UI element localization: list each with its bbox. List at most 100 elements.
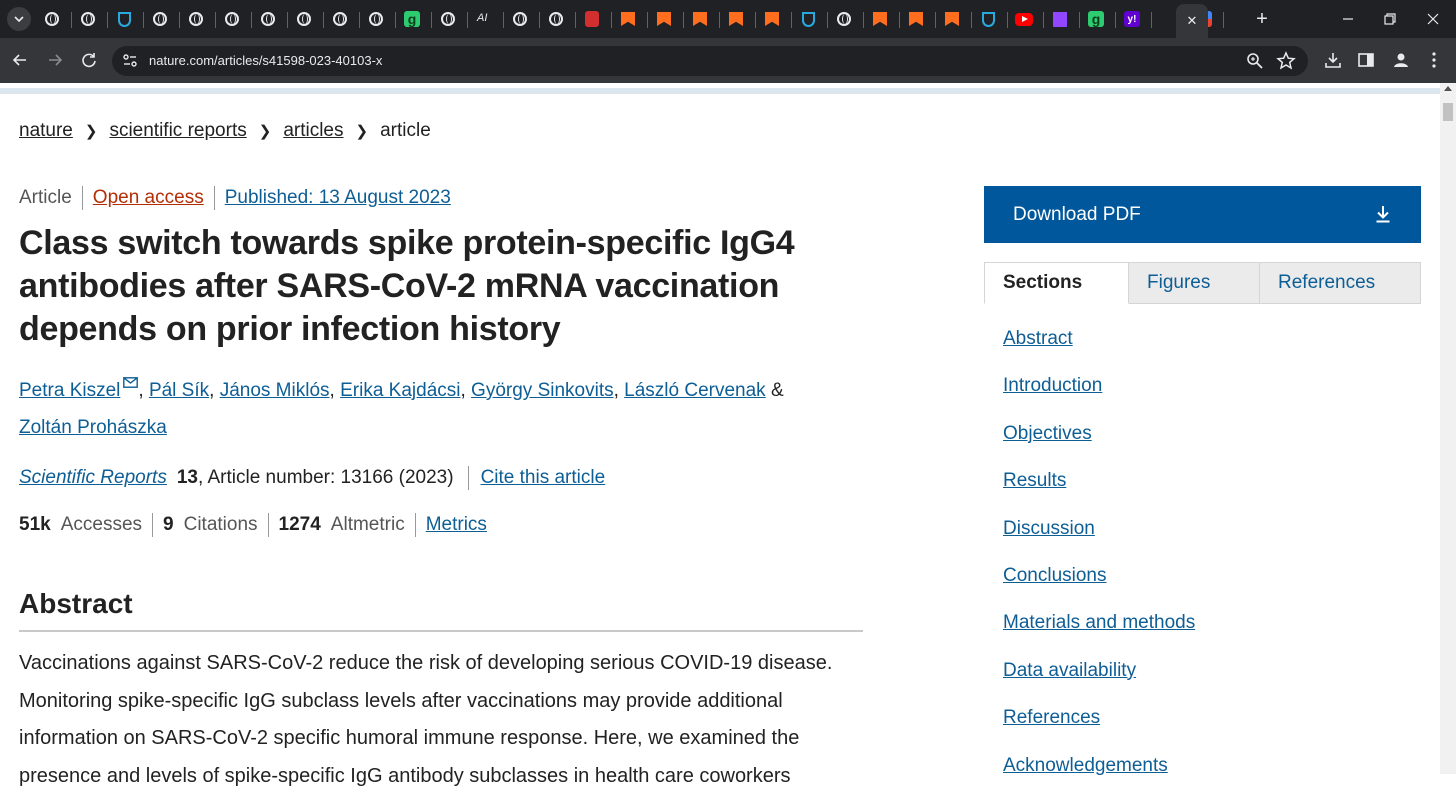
section-link-abstract[interactable]: Abstract <box>1003 328 1073 349</box>
scrollbar-thumb[interactable] <box>1443 103 1453 121</box>
author-link[interactable]: György Sinkovits <box>471 380 614 401</box>
tab-globe-icon[interactable] <box>222 9 242 29</box>
author-separator: , <box>460 380 472 401</box>
download-icon <box>1376 206 1390 223</box>
breadcrumb-articles[interactable]: articles <box>283 120 343 142</box>
page-scrollbar[interactable] <box>1440 83 1456 774</box>
globe-icon <box>45 12 59 26</box>
shield-icon <box>801 11 815 27</box>
altmetric-score: 1274 <box>278 514 321 535</box>
tab-figures[interactable]: Figures <box>1129 262 1260 304</box>
tab-yahoo-icon[interactable]: y! <box>1122 9 1142 29</box>
section-link-acknowledgements[interactable]: Acknowledgements <box>1003 755 1168 776</box>
tab-bookmark-icon[interactable] <box>906 9 926 29</box>
tab-globe-icon[interactable] <box>546 9 566 29</box>
metrics-link[interactable]: Metrics <box>426 514 487 536</box>
tab-globe-icon[interactable] <box>294 9 314 29</box>
tab-shield-icon[interactable] <box>114 9 134 29</box>
close-tab-icon[interactable]: ✕ <box>1178 7 1206 35</box>
tab-separator <box>791 12 792 28</box>
bookmark-icon <box>909 12 923 26</box>
tab-separator <box>323 12 324 28</box>
section-link-objectives[interactable]: Objectives <box>1003 423 1092 444</box>
tab-sections[interactable]: Sections <box>984 262 1129 304</box>
active-tab[interactable]: ✕ <box>1176 4 1208 38</box>
minimize-icon[interactable] <box>1334 5 1362 33</box>
cite-article-link[interactable]: Cite this article <box>481 467 606 489</box>
section-link-conclusions[interactable]: Conclusions <box>1003 565 1107 586</box>
published-date-link[interactable]: Published: 13 August 2023 <box>225 187 451 209</box>
section-link-introduction[interactable]: Introduction <box>1003 375 1102 396</box>
tab-globe-icon[interactable] <box>510 9 530 29</box>
new-tab-button[interactable]: + <box>1248 5 1276 33</box>
breadcrumb-scientific-reports[interactable]: scientific reports <box>109 120 246 142</box>
tab-references[interactable]: References <box>1260 262 1421 304</box>
tab-globe-icon[interactable] <box>366 9 386 29</box>
download-pdf-button[interactable]: Download PDF <box>984 186 1421 243</box>
url-text[interactable]: nature.com/articles/s41598-023-40103-x <box>149 52 382 70</box>
tab-ai-text-icon[interactable]: AI <box>474 9 494 29</box>
tab-bookmark-icon[interactable] <box>654 9 674 29</box>
divider <box>81 186 83 210</box>
section-link-materials-methods[interactable]: Materials and methods <box>1003 612 1195 633</box>
tab-separator <box>143 12 144 28</box>
bookmark-star-icon[interactable] <box>1272 47 1300 75</box>
tab-globe-icon[interactable] <box>150 9 170 29</box>
section-link-discussion[interactable]: Discussion <box>1003 518 1095 539</box>
breadcrumb-nature[interactable]: nature <box>19 120 73 142</box>
tab-globe-icon[interactable] <box>186 9 206 29</box>
tab-bookmark-icon[interactable] <box>942 9 962 29</box>
menu-kebab-icon[interactable] <box>1420 46 1448 74</box>
section-nav: Abstract Introduction Objectives Results… <box>1003 325 1195 799</box>
site-info-icon[interactable] <box>116 47 144 75</box>
tab-separator <box>683 12 684 28</box>
author-link[interactable]: Erika Kajdácsi <box>340 380 460 401</box>
tab-globe-icon[interactable] <box>42 9 62 29</box>
section-nav-item: Results <box>1003 467 1195 514</box>
tab-globe-icon[interactable] <box>258 9 278 29</box>
tab-search-button[interactable] <box>7 7 31 31</box>
downloads-icon[interactable] <box>1319 46 1347 74</box>
tab-youtube-icon[interactable] <box>1014 9 1034 29</box>
tab-bookmark-icon[interactable] <box>762 9 782 29</box>
profile-icon[interactable] <box>1387 46 1415 74</box>
author-link[interactable]: László Cervenak <box>624 380 766 401</box>
section-nav-item: Discussion <box>1003 515 1195 562</box>
tab-globe-icon[interactable] <box>438 9 458 29</box>
side-panel-icon[interactable] <box>1352 46 1380 74</box>
journal-link[interactable]: Scientific Reports <box>19 467 167 489</box>
scroll-up-arrow-icon[interactable] <box>1444 86 1452 91</box>
author-link[interactable]: Zoltán Prohászka <box>19 417 167 438</box>
tab-shield-icon[interactable] <box>798 9 818 29</box>
restore-icon[interactable] <box>1376 5 1404 33</box>
globe-icon <box>153 12 167 26</box>
close-window-icon[interactable] <box>1419 5 1447 33</box>
tab-globe-icon[interactable] <box>78 9 98 29</box>
page-header-strip <box>0 88 1440 94</box>
back-arrow-icon[interactable] <box>6 46 34 74</box>
forward-arrow-icon[interactable] <box>41 46 69 74</box>
tab-bookmark-icon[interactable] <box>690 9 710 29</box>
email-icon[interactable] <box>123 377 139 388</box>
tab-twitch-icon[interactable] <box>1050 9 1070 29</box>
tab-globe-icon[interactable] <box>834 9 854 29</box>
tab-g-app-icon[interactable]: g <box>1086 9 1106 29</box>
section-link-data-availability[interactable]: Data availability <box>1003 660 1136 681</box>
section-link-results[interactable]: Results <box>1003 470 1066 491</box>
author-link[interactable]: Pál Sík <box>149 380 209 401</box>
tab-red-app-icon[interactable] <box>582 9 602 29</box>
tab-globe-icon[interactable] <box>330 9 350 29</box>
author-link[interactable]: János Miklós <box>220 380 330 401</box>
reload-icon[interactable] <box>75 46 103 74</box>
tab-separator <box>971 12 972 28</box>
tab-shield-icon[interactable] <box>978 9 998 29</box>
author-link[interactable]: Petra Kiszel <box>19 380 120 401</box>
tab-bookmark-icon[interactable] <box>618 9 638 29</box>
zoom-icon[interactable] <box>1241 47 1269 75</box>
tab-bookmark-icon[interactable] <box>870 9 890 29</box>
tab-separator <box>395 12 396 28</box>
section-link-references[interactable]: References <box>1003 707 1100 728</box>
tab-bookmark-icon[interactable] <box>726 9 746 29</box>
tab-g-app-icon[interactable]: g <box>402 9 422 29</box>
open-access-link[interactable]: Open access <box>93 187 204 209</box>
